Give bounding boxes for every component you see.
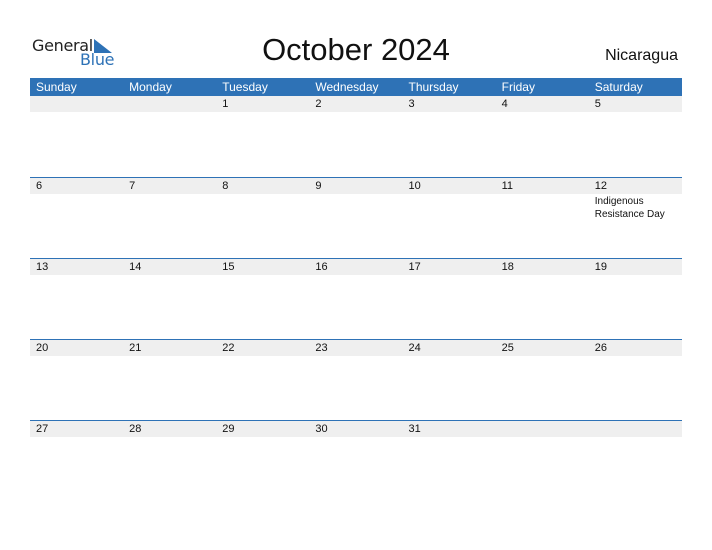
weekday-monday: Monday (129, 80, 172, 94)
weekday-header: Sunday Monday Tuesday Wednesday Thursday… (30, 78, 682, 96)
day-number: 2 (315, 98, 322, 110)
holiday-label (309, 112, 402, 113)
holiday-label (30, 275, 123, 276)
holiday-label (403, 112, 496, 113)
holiday-label (496, 437, 589, 438)
day-number: 18 (501, 261, 514, 273)
holiday-label (216, 275, 309, 276)
event-row: Indigenous Resistance Day (30, 194, 682, 221)
day-number: 4 (501, 98, 508, 110)
holiday-label (589, 437, 682, 438)
week-row: 27 28 29 30 31 (30, 420, 682, 501)
weekday-thursday: Thursday (408, 80, 459, 94)
weekday-wednesday: Wednesday (315, 80, 379, 94)
event-row (30, 112, 682, 113)
holiday-label (216, 356, 309, 357)
day-number: 1 (222, 98, 229, 110)
week-row: 13 14 15 16 17 18 19 (30, 258, 682, 339)
holiday-label (123, 356, 216, 357)
day-number (30, 96, 123, 112)
holiday-label (123, 112, 216, 113)
day-number: 12 (594, 180, 607, 192)
event-row (30, 275, 682, 276)
week-row: 1 2 3 4 5 (30, 96, 682, 177)
day-number: 29 (222, 423, 235, 435)
holiday-label (309, 437, 402, 438)
day-number: 16 (315, 261, 328, 273)
week-row: 6 7 8 9 10 11 12 Indigenous Resistance Day (30, 177, 682, 258)
day-number: 17 (408, 261, 421, 273)
day-number: 7 (129, 180, 136, 192)
day-number: 11 (501, 180, 514, 192)
holiday-label (30, 194, 123, 221)
holiday-label (30, 356, 123, 357)
day-number: 15 (222, 261, 235, 273)
day-number: 24 (408, 342, 421, 354)
weekday-sunday: Sunday (36, 80, 77, 94)
holiday-label (589, 356, 682, 357)
holiday-label (216, 112, 309, 113)
weekday-friday: Friday (501, 80, 535, 94)
event-row (30, 356, 682, 357)
day-number: 3 (408, 98, 415, 110)
holiday-label (123, 194, 216, 221)
calendar-grid: Sunday Monday Tuesday Wednesday Thursday… (30, 78, 682, 501)
day-number: 9 (315, 180, 322, 192)
holiday-label (309, 275, 402, 276)
country-label: Nicaragua (605, 47, 678, 64)
day-number: 22 (222, 342, 235, 354)
holiday-label (216, 194, 309, 221)
holiday-label (216, 437, 309, 438)
day-number: 14 (129, 261, 142, 273)
event-row (30, 437, 682, 438)
date-row: 27 28 29 30 31 (30, 421, 682, 437)
date-row: 1 2 3 4 5 (30, 96, 682, 112)
day-number: 27 (36, 423, 49, 435)
day-number: 5 (594, 98, 601, 110)
holiday-label (309, 194, 402, 221)
holiday-label (496, 275, 589, 276)
holiday-label (123, 437, 216, 438)
day-number: 30 (315, 423, 328, 435)
date-row: 13 14 15 16 17 18 19 (30, 259, 682, 275)
day-number (496, 421, 589, 437)
holiday-label (403, 194, 496, 221)
day-number: 19 (594, 261, 607, 273)
day-number: 6 (36, 180, 43, 192)
holiday-label: Indigenous Resistance Day (594, 196, 665, 220)
holiday-label (403, 275, 496, 276)
holiday-label (403, 437, 496, 438)
holiday-label (30, 112, 123, 113)
day-number (123, 96, 216, 112)
holiday-label (309, 356, 402, 357)
day-number: 26 (594, 342, 607, 354)
weekday-saturday: Saturday (594, 80, 643, 94)
day-number: 25 (501, 342, 514, 354)
day-number: 23 (315, 342, 328, 354)
holiday-label (123, 275, 216, 276)
day-number: 10 (408, 180, 421, 192)
day-number: 21 (129, 342, 142, 354)
holiday-label (496, 112, 589, 113)
weekday-tuesday: Tuesday (222, 80, 268, 94)
holiday-label (496, 356, 589, 357)
holiday-label (589, 275, 682, 276)
holiday-label (589, 112, 682, 113)
day-number: 28 (129, 423, 142, 435)
holiday-label (30, 437, 123, 438)
date-row: 6 7 8 9 10 11 12 (30, 178, 682, 194)
holiday-label (403, 356, 496, 357)
holiday-label (496, 194, 589, 221)
day-number: 8 (222, 180, 229, 192)
week-row: 20 21 22 23 24 25 26 (30, 339, 682, 420)
day-number: 20 (36, 342, 49, 354)
day-number: 31 (408, 423, 421, 435)
day-number (589, 421, 682, 437)
date-row: 20 21 22 23 24 25 26 (30, 340, 682, 356)
day-number: 13 (36, 261, 49, 273)
